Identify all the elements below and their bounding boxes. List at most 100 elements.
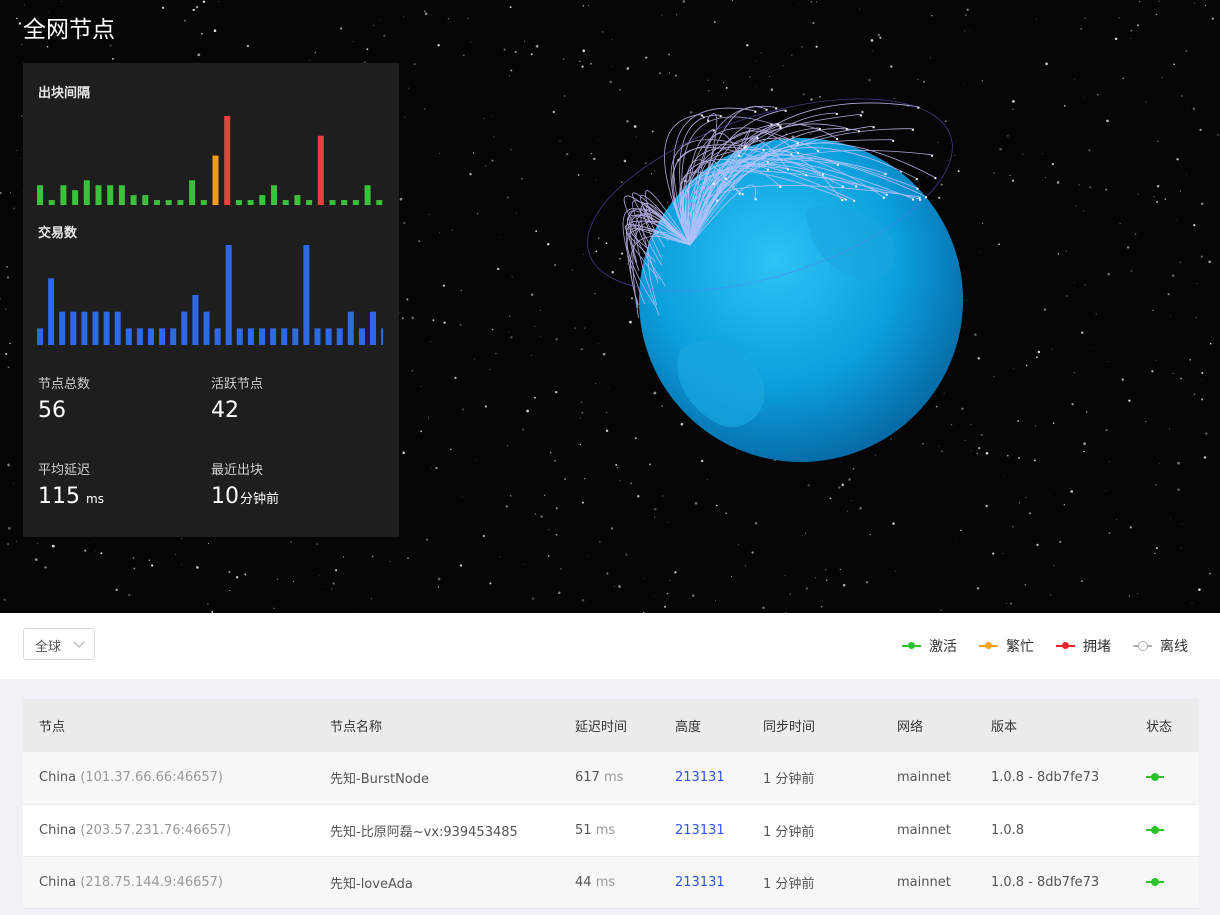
chart-bar — [203, 311, 210, 345]
star — [1176, 219, 1178, 221]
table-row[interactable]: China (218.75.144.9:46657) 先知-loveAda 44 m… — [23, 856, 1199, 908]
node-marker — [754, 198, 757, 201]
star — [850, 500, 852, 502]
star — [534, 396, 536, 399]
col-latency: 延迟时间 — [575, 720, 628, 735]
height-cell[interactable]: 213131 — [659, 856, 747, 908]
star — [1083, 442, 1086, 446]
star — [668, 53, 671, 56]
star — [411, 316, 414, 320]
legend-item[interactable]: 拥堵 — [1056, 636, 1111, 656]
star — [509, 6, 512, 9]
star — [1084, 97, 1086, 98]
globe-visualization[interactable] — [570, 60, 990, 480]
star — [461, 496, 463, 498]
star — [521, 177, 523, 180]
star — [985, 504, 988, 508]
node-name: 先知-比原阿磊~vx:939453485 — [330, 824, 518, 840]
region-select[interactable]: 全球 — [23, 628, 95, 660]
chart-bar — [48, 278, 55, 345]
star — [1179, 261, 1182, 264]
node-marker — [835, 113, 838, 115]
star — [838, 486, 841, 489]
star — [1045, 177, 1047, 178]
latency-cell: 51 ms — [559, 804, 659, 856]
block-height-link[interactable]: 213131 — [675, 770, 725, 785]
block-height-link[interactable]: 213131 — [675, 823, 725, 838]
col-network: 网络 — [897, 720, 924, 735]
table-row[interactable]: China (101.37.66.66:46657) 先知-BurstNode 61… — [23, 752, 1199, 804]
star — [437, 577, 441, 581]
height-cell[interactable]: 213131 — [659, 804, 747, 856]
star — [1066, 250, 1068, 252]
star — [497, 267, 500, 271]
star — [451, 229, 454, 231]
star — [407, 557, 409, 560]
star — [654, 516, 656, 518]
status-cell — [1130, 752, 1199, 804]
legend-item[interactable]: 激活 — [902, 636, 957, 656]
node-marker — [915, 178, 918, 181]
star — [335, 569, 338, 572]
star — [5, 308, 7, 310]
star — [812, 21, 815, 25]
star — [309, 60, 311, 62]
star — [540, 310, 542, 311]
star — [715, 600, 716, 602]
star — [1105, 188, 1108, 191]
chart-bar — [306, 200, 313, 205]
star — [423, 108, 426, 110]
star — [489, 368, 491, 371]
star — [467, 17, 469, 19]
star — [1155, 547, 1158, 550]
star — [746, 44, 749, 47]
star — [1056, 181, 1060, 184]
star — [744, 565, 746, 567]
node-marker — [766, 161, 769, 164]
star — [1199, 128, 1202, 132]
star — [872, 50, 874, 52]
star — [694, 501, 698, 505]
star — [380, 19, 381, 21]
legend-item[interactable]: 离线 — [1133, 636, 1188, 656]
col-version: 版本 — [991, 720, 1018, 735]
chart-bar — [107, 185, 114, 205]
star — [581, 598, 585, 602]
star — [807, 484, 810, 487]
star — [625, 553, 628, 557]
star — [196, 566, 199, 569]
star — [1049, 594, 1051, 596]
star — [562, 58, 565, 60]
star — [815, 45, 818, 48]
star — [559, 140, 561, 142]
star — [789, 593, 791, 595]
height-cell[interactable]: 213131 — [659, 752, 747, 804]
star — [192, 8, 195, 12]
star — [1051, 163, 1054, 166]
star — [964, 30, 966, 32]
table-row[interactable]: China (203.57.231.76:46657) 先知-比原阿磊~vx:93… — [23, 804, 1199, 856]
star — [661, 495, 664, 497]
star — [1074, 78, 1076, 80]
star — [550, 452, 552, 454]
star — [805, 532, 807, 534]
star — [1137, 193, 1139, 196]
star — [1128, 399, 1131, 402]
block-height-link[interactable]: 213131 — [675, 875, 725, 890]
star — [1041, 153, 1043, 155]
star — [751, 551, 754, 554]
node-marker — [700, 114, 703, 117]
star — [955, 538, 956, 539]
star — [491, 159, 494, 162]
star — [1107, 272, 1110, 276]
star — [969, 30, 970, 32]
node-marker — [822, 173, 825, 176]
star — [207, 603, 209, 605]
star — [1157, 140, 1159, 142]
legend-item[interactable]: 繁忙 — [979, 636, 1034, 656]
star — [716, 504, 718, 507]
star — [1177, 461, 1180, 465]
node-marker — [817, 149, 819, 152]
star — [370, 598, 373, 600]
star — [325, 585, 326, 587]
